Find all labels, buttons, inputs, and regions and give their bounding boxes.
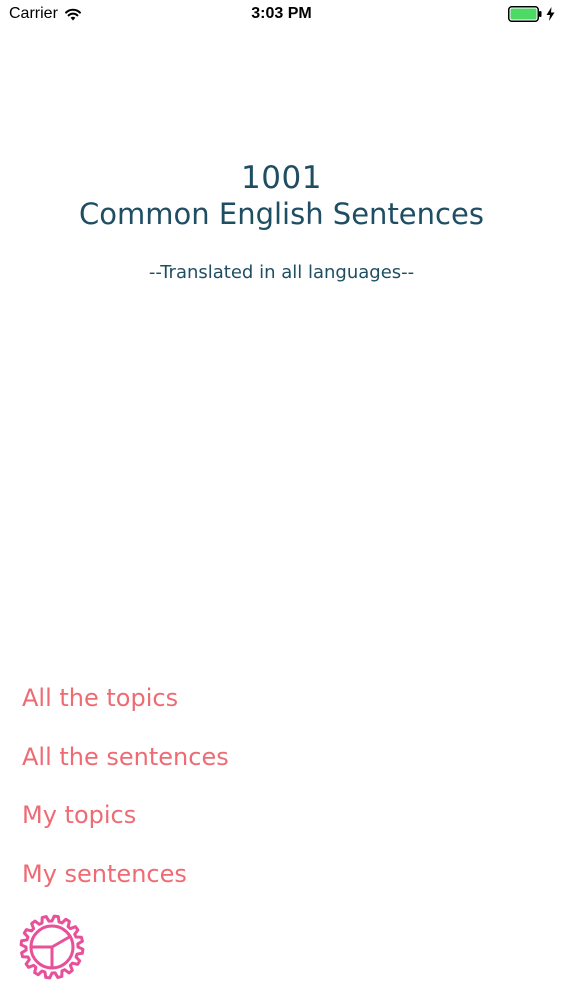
settings-button[interactable]	[18, 913, 86, 981]
charging-bolt-icon	[546, 7, 555, 21]
app-subtitle: --Translated in all languages--	[148, 262, 415, 283]
app-title: 1001 Common English Sentences	[0, 160, 563, 232]
title-number: 1001	[241, 160, 322, 196]
title-text: Common English Sentences	[79, 197, 484, 231]
menu-item-my-sentences[interactable]: My sentences	[22, 856, 229, 915]
menu-item-all-topics[interactable]: All the topics	[22, 680, 229, 739]
status-bar: Carrier 3:03 PM	[0, 0, 563, 30]
battery-icon	[508, 6, 542, 22]
battery-indicator	[508, 6, 555, 22]
menu-item-all-sentences[interactable]: All the sentences	[22, 739, 229, 798]
status-time: 3:03 PM	[251, 5, 312, 22]
gear-icon	[19, 914, 85, 980]
menu-item-my-topics[interactable]: My topics	[22, 797, 229, 856]
main-menu: All the topics All the sentences My topi…	[22, 680, 229, 914]
